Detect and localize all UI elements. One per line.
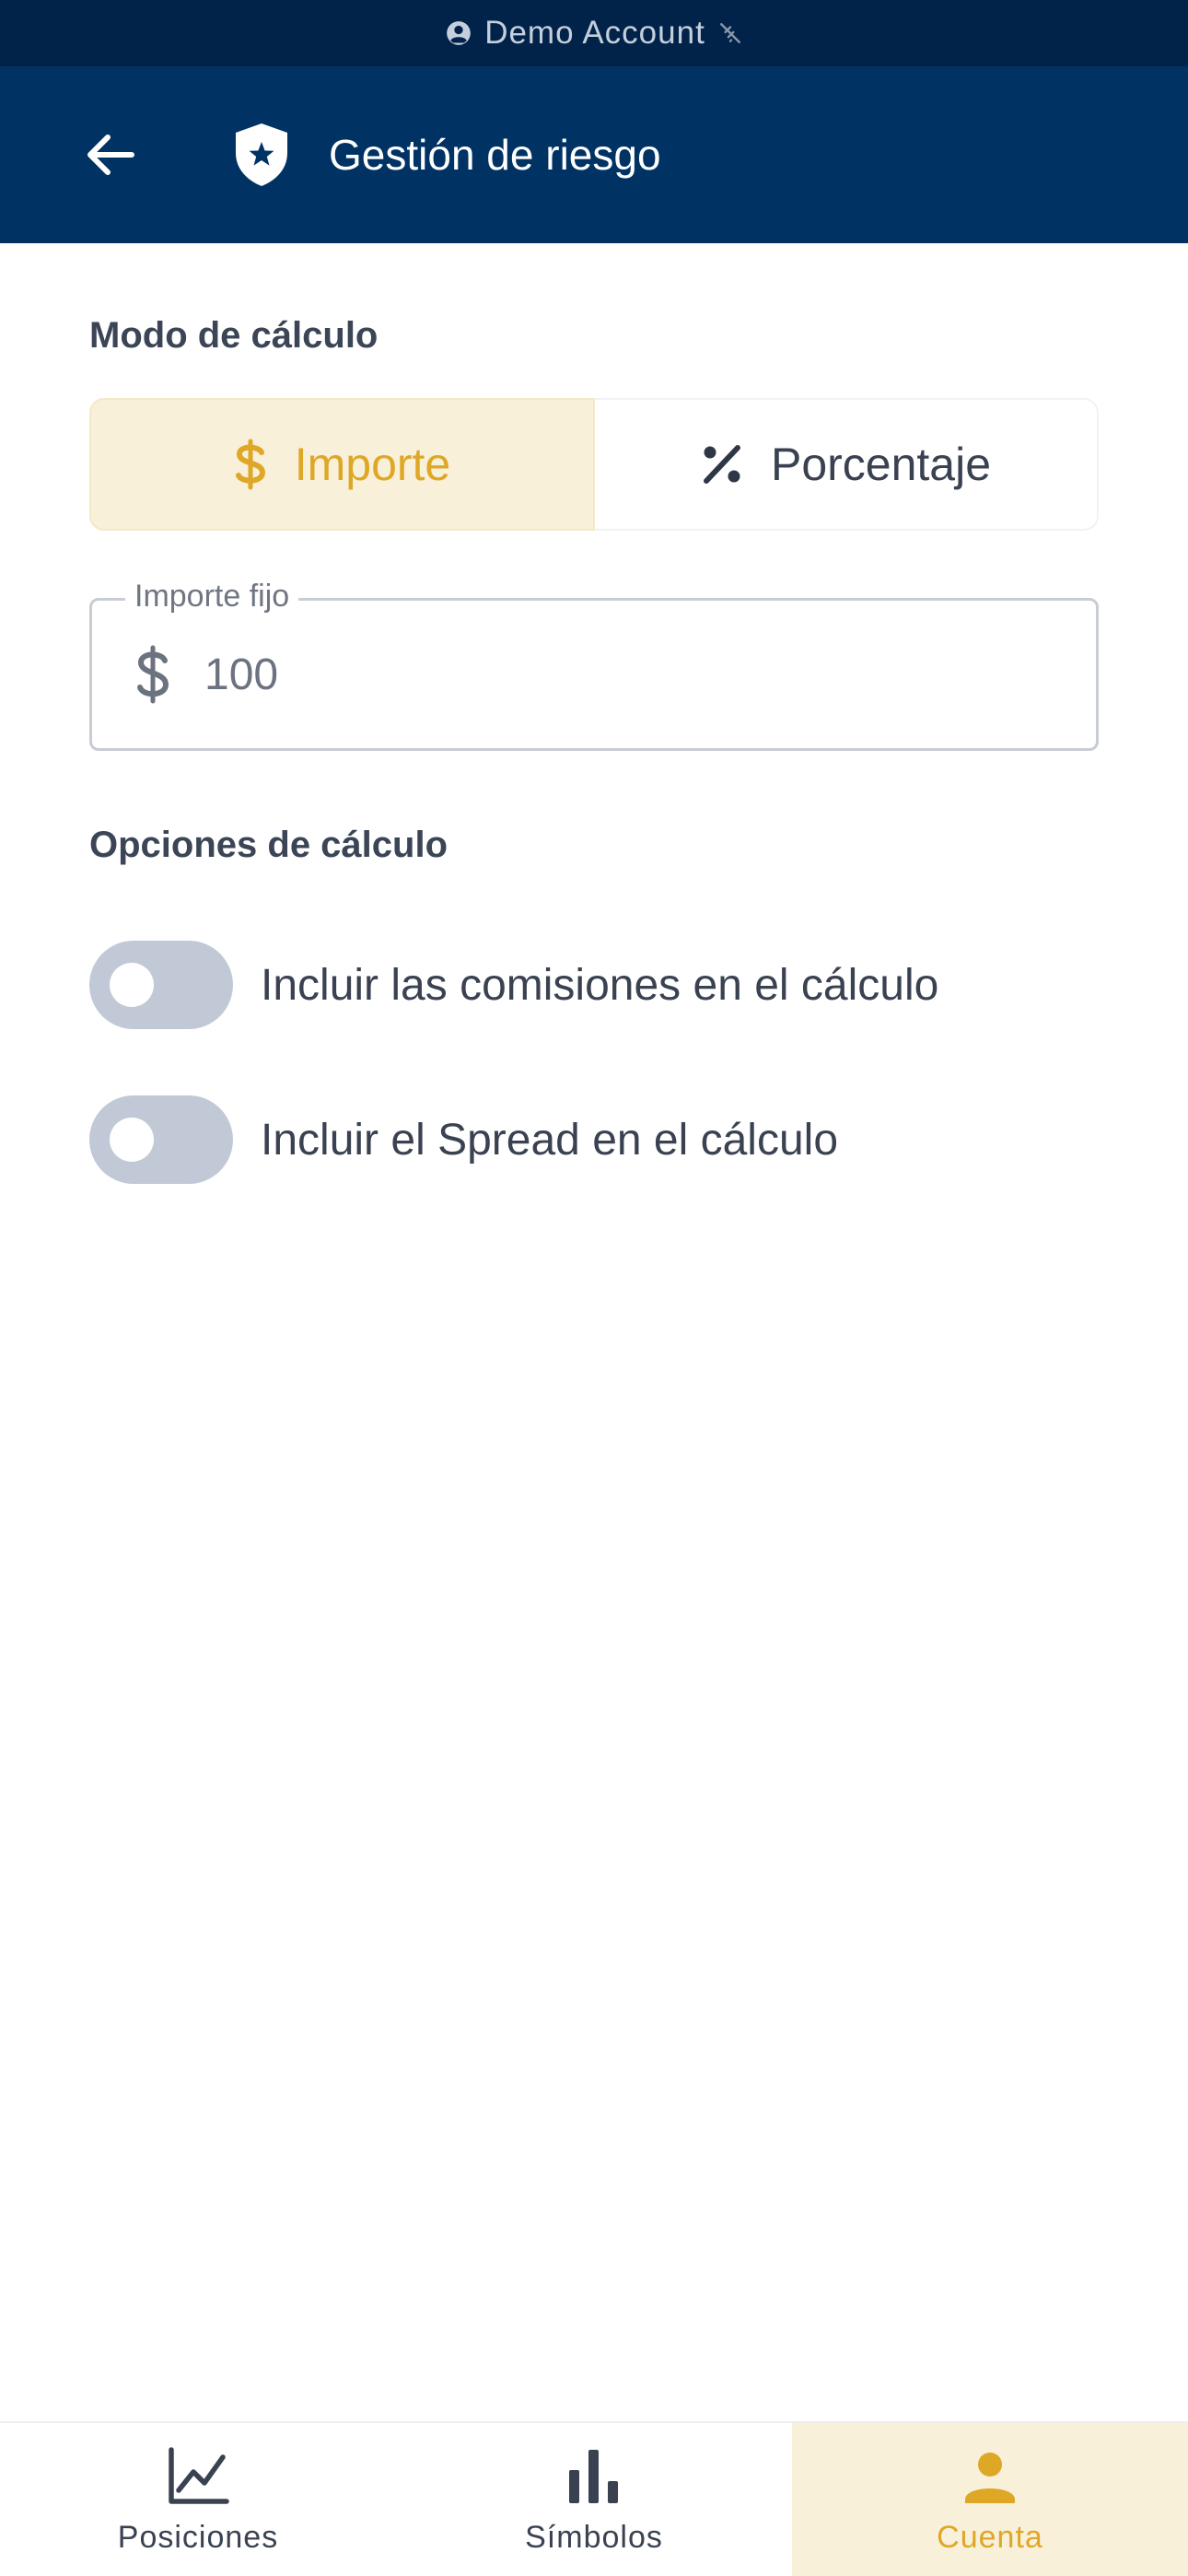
- toggle-knob: [110, 1118, 154, 1162]
- wifi-off-icon: [719, 23, 740, 43]
- line-chart-icon: [169, 2446, 229, 2504]
- fixed-amount-field: Importe fijo: [89, 579, 1099, 751]
- mode-percentage-label: Porcentaje: [770, 439, 992, 490]
- toggle-knob: [110, 963, 154, 1007]
- account-label: Demo Account: [484, 15, 705, 51]
- calc-mode-title: Modo de cálculo: [89, 315, 379, 356]
- app-header: Gestión de riesgo: [0, 66, 1188, 243]
- calc-options-title: Opciones de cálculo: [89, 825, 448, 865]
- user-circle-icon: [447, 21, 472, 45]
- dollar-icon: [235, 439, 265, 490]
- back-button[interactable]: [72, 116, 149, 193]
- nav-symbols-label: Símbolos: [525, 2519, 663, 2555]
- demo-account-bar: Demo Account: [0, 0, 1188, 66]
- fixed-amount-label: Importe fijo: [125, 579, 299, 615]
- bar-chart-icon: [569, 2449, 618, 2503]
- fixed-amount-input[interactable]: [204, 642, 1033, 707]
- include-commissions-toggle[interactable]: [89, 941, 233, 1029]
- shield-star-icon: [236, 123, 287, 186]
- mode-amount-label: Importe: [294, 439, 451, 490]
- dollar-icon: [137, 645, 169, 704]
- arrow-left-icon: [87, 135, 134, 175]
- nav-positions-label: Posiciones: [117, 2519, 279, 2555]
- person-icon: [965, 2452, 1015, 2503]
- risk-management-screen: Demo Account Gestión de riesgo Modo de c…: [0, 0, 1188, 2576]
- bottom-navigation: Posiciones Símbolos Cuenta: [0, 2421, 1188, 2576]
- nav-positions[interactable]: Posiciones: [0, 2423, 396, 2576]
- nav-symbols[interactable]: Símbolos: [396, 2423, 792, 2576]
- nav-account[interactable]: Cuenta: [792, 2423, 1188, 2576]
- page-title: Gestión de riesgo: [329, 131, 661, 179]
- mode-percentage-button[interactable]: Porcentaje: [595, 398, 1099, 531]
- calc-mode-selector: Importe Porcentaje: [89, 398, 1099, 531]
- mode-amount-button[interactable]: Importe: [89, 398, 595, 531]
- include-spread-row: Incluir el Spread en el cálculo: [89, 1095, 1102, 1184]
- include-commissions-label: Incluir las comisiones en el cálculo: [261, 960, 939, 1010]
- nav-account-label: Cuenta: [937, 2519, 1043, 2555]
- include-spread-toggle[interactable]: [89, 1095, 233, 1184]
- percent-icon: [703, 445, 740, 484]
- include-commissions-row: Incluir las comisiones en el cálculo: [89, 941, 1102, 1029]
- include-spread-label: Incluir el Spread en el cálculo: [261, 1115, 839, 1165]
